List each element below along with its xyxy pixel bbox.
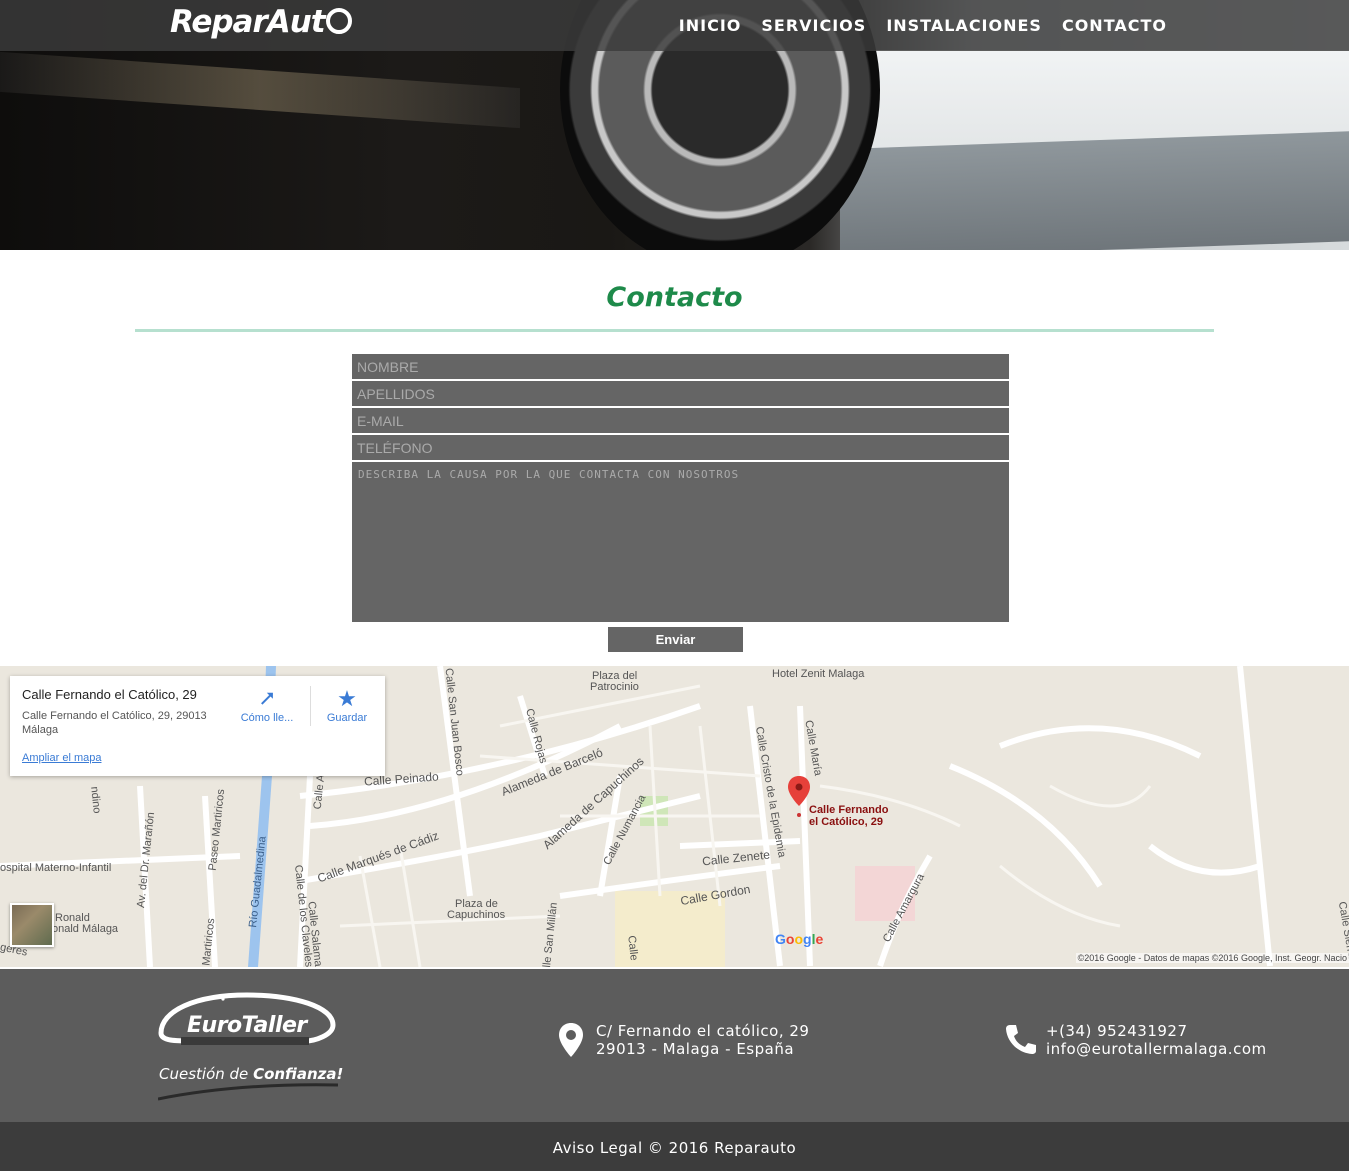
pin-label-line: el Católico, 29 — [809, 816, 883, 828]
apellidos-field[interactable] — [352, 381, 1009, 406]
google-logo: Google — [775, 931, 824, 947]
legal-bar: Aviso Legal © 2016 Reparauto — [0, 1122, 1349, 1171]
footer-phone[interactable]: +(34) 952431927 — [1046, 1022, 1188, 1040]
hero-ground — [840, 130, 1349, 250]
map-info-address: Calle Fernando el Católico, 29, 29013 Má… — [22, 710, 207, 736]
logo-text: ReparAut — [170, 4, 326, 40]
map-label: Calle — [625, 934, 640, 962]
nav-inicio[interactable]: INICIO — [679, 16, 742, 35]
map-label: Capuchinos — [447, 909, 506, 921]
page-title: Contacto — [606, 282, 743, 313]
enlarge-map-link[interactable]: Ampliar el mapa — [22, 752, 101, 764]
message-textarea[interactable] — [352, 462, 1009, 622]
map-label: Hotel Zenit Malaga — [772, 668, 865, 680]
nav-servicios[interactable]: SERVICIOS — [761, 16, 866, 35]
nav-instalaciones[interactable]: INSTALACIONES — [886, 16, 1042, 35]
pin-label-line: Calle Fernando — [809, 804, 889, 816]
footer: EuroTaller Cuestión de Confianza! C/ Fer… — [0, 969, 1349, 1122]
directions-label: Cómo lle... — [240, 712, 294, 724]
save-place-button[interactable]: ★ Guardar — [312, 686, 382, 724]
save-label: Guardar — [326, 712, 368, 724]
phone-icon — [1006, 1025, 1036, 1054]
map-label: onald Málaga — [52, 923, 119, 935]
submit-button[interactable]: Enviar — [608, 627, 743, 652]
directions-icon: ⭧ — [259, 686, 275, 711]
map-label: ospital Materno-Infantil — [0, 862, 112, 874]
nombre-field[interactable] — [352, 354, 1009, 379]
map-label: Patrocinio — [590, 681, 639, 693]
tagline-swoosh — [158, 1083, 338, 1101]
location-pin-icon — [559, 1023, 583, 1057]
card-divider — [310, 686, 311, 726]
title-divider — [135, 329, 1214, 332]
eurotaller-brand: EuroTaller — [187, 1013, 307, 1038]
telefono-field[interactable] — [352, 435, 1009, 460]
map-embed[interactable]: Plaza del Patrocinio Hotel Zenit Malaga … — [0, 666, 1349, 967]
satellite-toggle[interactable] — [10, 903, 54, 947]
star-icon: ★ — [337, 686, 357, 711]
map-pin-icon[interactable] — [788, 776, 810, 818]
directions-button[interactable]: ⭧ Cómo lle... — [232, 686, 302, 724]
tire-icon — [325, 8, 352, 34]
site-logo[interactable]: ReparAut — [170, 4, 352, 40]
nav-contacto[interactable]: CONTACTO — [1062, 16, 1167, 35]
footer-address-line2: 29013 - Malaga - España — [596, 1040, 795, 1058]
legal-text[interactable]: Aviso Legal © 2016 Reparauto — [0, 1139, 1349, 1157]
footer-address-line1: C/ Fernando el católico, 29 — [596, 1022, 810, 1040]
footer-email[interactable]: info@eurotallermalaga.com — [1046, 1040, 1267, 1058]
map-pin-label: Calle Fernando el Católico, 29 — [809, 804, 888, 828]
main-nav: INICIO SERVICIOS INSTALACIONES CONTACTO — [679, 16, 1167, 35]
navbar: ReparAut INICIO SERVICIOS INSTALACIONES … — [0, 0, 1349, 51]
email-field[interactable] — [352, 408, 1009, 433]
hero-car-reflection — [0, 51, 520, 129]
map-info-card: Calle Fernando el Católico, 29 Calle Fer… — [10, 676, 385, 776]
map-copyright: ©2016 Google - Datos de mapas ©2016 Goog… — [1075, 953, 1349, 963]
map-info-title: Calle Fernando el Católico, 29 — [22, 687, 197, 702]
